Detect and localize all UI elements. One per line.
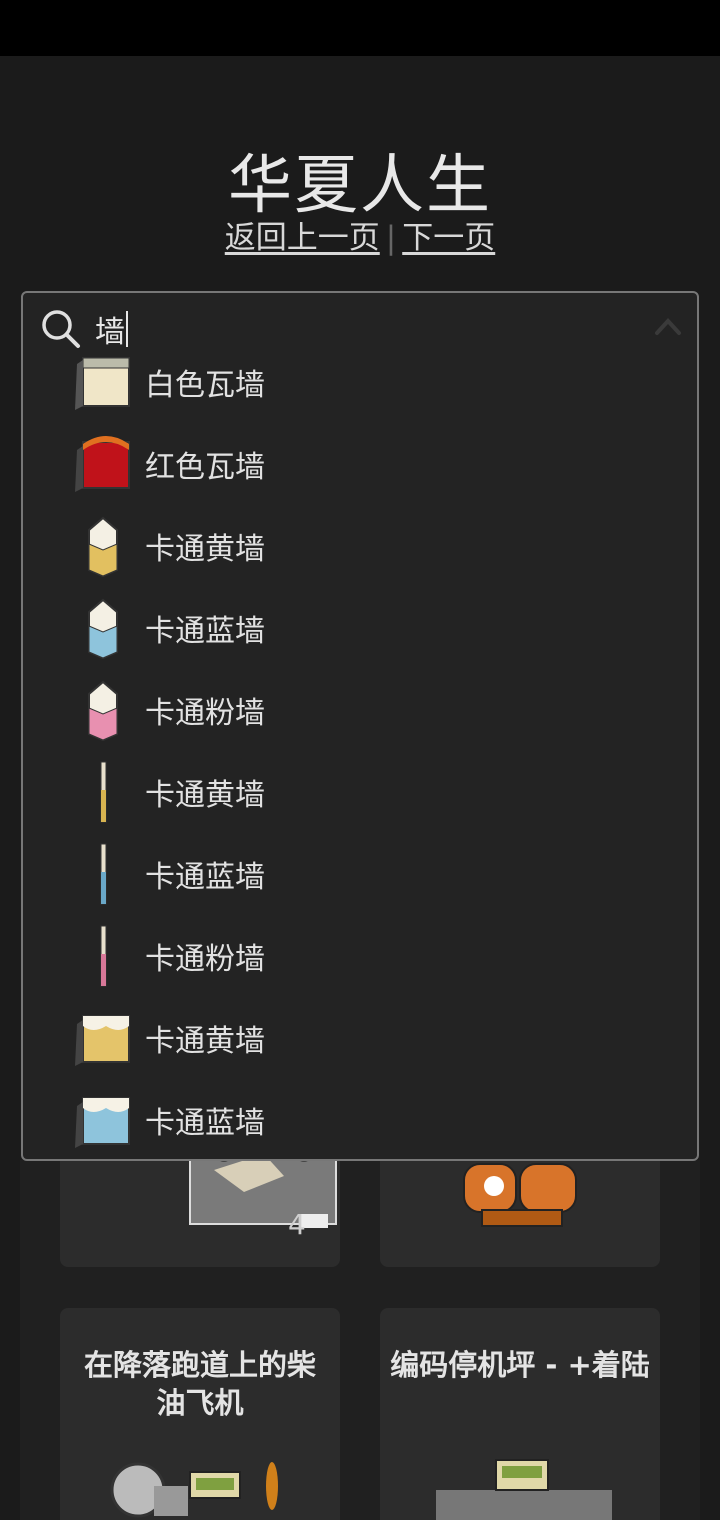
result-item[interactable]: 卡通蓝墙: [71, 1079, 671, 1161]
cartoon-pink-post-icon: [71, 924, 135, 988]
item-card[interactable]: 编码停机坪 - +着陆: [380, 1308, 660, 1520]
result-item[interactable]: 卡通黄墙: [71, 751, 671, 833]
cartoon-pink-wall-icon: [71, 678, 135, 742]
cartoon-yellow-post-icon: [71, 760, 135, 824]
result-item[interactable]: 红色瓦墙: [71, 423, 671, 505]
cartoon-blue-post-icon: [71, 842, 135, 906]
result-label: 白色瓦墙: [145, 368, 265, 403]
nav-separator: |: [385, 220, 397, 256]
white-tile-wall-icon: [71, 350, 135, 414]
cartoon-yellow-wall-icon: [71, 514, 135, 578]
chevron-up-icon[interactable]: [653, 315, 683, 337]
card-title: 编码停机坪 - +着陆: [390, 1348, 650, 1382]
status-bar: [0, 0, 720, 56]
result-label: 卡通粉墙: [145, 696, 265, 731]
page-nav: 返回上一页 | 下一页: [0, 212, 720, 257]
result-item[interactable]: 卡通黄墙: [71, 997, 671, 1079]
item-thumbnail: [463, 1163, 577, 1227]
result-label: 卡通黄墙: [145, 1024, 265, 1059]
result-label: 卡通黄墙: [145, 778, 265, 813]
result-label: 卡通粉墙: [145, 942, 265, 977]
cartoon-yellow-block-icon: [71, 1006, 135, 1070]
item-count: 4: [288, 1208, 306, 1241]
back-link[interactable]: 返回上一页: [225, 220, 380, 256]
cartoon-blue-wall-icon: [71, 596, 135, 660]
result-item[interactable]: 卡通黄墙: [71, 505, 671, 587]
result-item[interactable]: 白色瓦墙: [71, 341, 671, 423]
result-item[interactable]: 卡通粉墙: [71, 669, 671, 751]
item-card[interactable]: 在降落跑道上的柴油飞机: [60, 1308, 340, 1520]
card-title: 在降落跑道上的柴油飞机: [83, 1348, 316, 1420]
cartoon-blue-block-icon: [71, 1088, 135, 1152]
result-item[interactable]: 卡通蓝墙: [71, 833, 671, 915]
result-label: 卡通黄墙: [145, 532, 265, 567]
result-item[interactable]: 卡通蓝墙: [71, 587, 671, 669]
result-label: 卡通蓝墙: [145, 614, 265, 649]
result-label: 卡通蓝墙: [145, 1106, 265, 1141]
item-thumbnail: [436, 1459, 612, 1520]
result-label: 卡通蓝墙: [145, 860, 265, 895]
item-thumbnail: [110, 1462, 278, 1518]
result-item[interactable]: 卡通粉墙: [71, 915, 671, 997]
search-dropdown: 墙 白色瓦墙 红色瓦墙 卡通黄墙 卡通蓝墙 卡通粉墙 卡通黄墙 卡通蓝墙 卡通粉…: [21, 291, 699, 1161]
red-tile-wall-icon: [71, 432, 135, 496]
next-page-link[interactable]: 下一页: [402, 220, 495, 256]
result-label: 红色瓦墙: [145, 450, 265, 485]
